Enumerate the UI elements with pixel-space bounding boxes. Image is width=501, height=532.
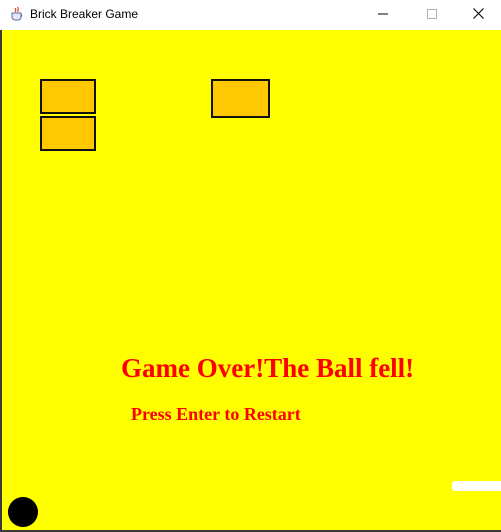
minimize-icon [378, 6, 388, 24]
close-button[interactable] [455, 0, 501, 30]
minimize-button[interactable] [360, 0, 406, 30]
brick [40, 116, 96, 151]
canvas-left-edge [0, 30, 2, 532]
game-canvas[interactable]: Game Over!The Ball fell! Press Enter to … [0, 30, 501, 532]
brick [211, 79, 270, 118]
title-bar[interactable]: Brick Breaker Game [0, 0, 501, 30]
java-coffee-cup-icon [9, 6, 25, 22]
maximize-icon [427, 6, 437, 24]
close-icon [472, 6, 484, 24]
restart-prompt: Press Enter to Restart [131, 404, 301, 424]
ball [8, 497, 38, 527]
brick [40, 79, 96, 114]
game-window: Brick Breaker Game Game Over!The Ball fe… [0, 0, 501, 532]
window-title: Brick Breaker Game [30, 7, 139, 21]
maximize-button[interactable] [409, 0, 455, 30]
game-over-message: Game Over!The Ball fell! [121, 353, 415, 383]
paddle[interactable] [452, 481, 501, 491]
